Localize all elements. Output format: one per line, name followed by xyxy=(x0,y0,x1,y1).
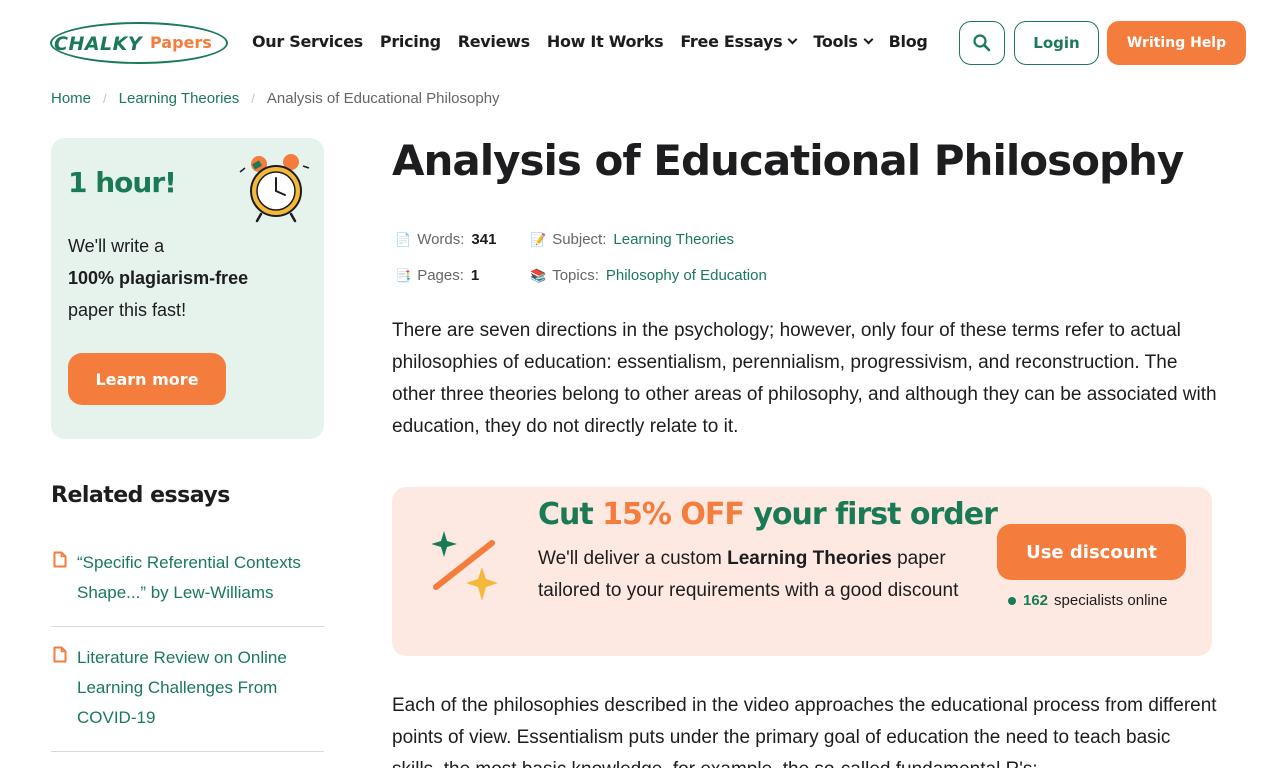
promo-line-2: paper this fast! xyxy=(68,300,187,320)
nav-our-services[interactable]: Our Services xyxy=(252,32,363,51)
breadcrumb-category[interactable]: Learning Theories xyxy=(119,90,240,107)
meta-words-value: 341 xyxy=(471,231,497,248)
discount-title-end: your first order xyxy=(743,497,998,532)
alarm-clock-icon xyxy=(239,154,310,223)
login-button[interactable]: Login xyxy=(1014,21,1099,65)
promo-bold-line: 100% plagiarism-free xyxy=(68,268,249,288)
discount-percent: 15% OFF xyxy=(602,497,745,532)
nav-reviews[interactable]: Reviews xyxy=(458,32,530,51)
meta-topics-label: Topics: xyxy=(552,267,599,284)
article-paragraph-1: There are seven directions in the psycho… xyxy=(392,320,1217,437)
document-icon xyxy=(53,646,67,663)
nav-tools[interactable]: Tools xyxy=(813,32,874,51)
fast-delivery-promo-card: 1 hour! We'll write a 100% plagiarism-fr… xyxy=(51,138,324,439)
promo-text: We'll write a 100% plagiarism-free paper… xyxy=(68,230,308,326)
nav-pricing[interactable]: Pricing xyxy=(380,32,441,51)
nav-label: Reviews xyxy=(457,32,530,51)
search-button[interactable] xyxy=(959,21,1005,65)
discount-banner: Cut 15% OFF your first order We'll deliv… xyxy=(392,487,1212,656)
meta-subject: 📝 Subject: Learning Theories xyxy=(530,231,734,248)
pencil-icon: 📝 xyxy=(530,231,547,247)
related-essays-list: “Specific Referential Contexts Shape...”… xyxy=(51,548,324,768)
related-essay-item: “Specific Referential Contexts Shape...”… xyxy=(51,548,324,627)
online-count: 162 xyxy=(1023,592,1049,609)
meta-subject-link[interactable]: Learning Theories xyxy=(613,231,734,248)
meta-subject-label: Subject: xyxy=(552,231,607,248)
article-title: Analysis of Educational Philosophy xyxy=(392,136,1184,185)
meta-words: 📄 Words: 341 xyxy=(395,231,496,248)
use-discount-button[interactable]: Use discount xyxy=(997,524,1186,580)
related-essay-item: Literature Review on Online Learning Cha… xyxy=(51,643,324,752)
chevron-down-icon xyxy=(787,34,798,45)
online-dot-icon xyxy=(1008,596,1016,605)
discount-text-start: We'll deliver a custom xyxy=(538,548,728,569)
chevron-down-icon xyxy=(863,34,874,45)
article-paragraph-2: Each of the philosophies described in th… xyxy=(392,695,1217,768)
nav-how-it-works[interactable]: How It Works xyxy=(546,32,664,51)
document-icon xyxy=(53,551,67,568)
breadcrumb-separator: / xyxy=(251,91,255,106)
logo-papers-text: Papers xyxy=(150,33,212,52)
discount-title: Cut 15% OFF your first order xyxy=(538,497,998,532)
sparkle-wand-icon xyxy=(432,531,498,601)
discount-title-start: Cut xyxy=(538,497,603,532)
meta-topics-link[interactable]: Philosophy of Education xyxy=(606,267,767,284)
search-icon xyxy=(973,34,991,52)
books-icon: 📚 xyxy=(530,267,547,283)
meta-pages-label: Pages: xyxy=(417,267,464,284)
online-label: specialists online xyxy=(1054,592,1168,609)
nav-blog[interactable]: Blog xyxy=(889,32,928,51)
logo-chalky-text: CHALKY xyxy=(54,33,143,55)
meta-words-label: Words: xyxy=(417,231,465,248)
nav-free-essays[interactable]: Free Essays xyxy=(680,32,798,51)
nav-label: How It Works xyxy=(546,32,664,51)
related-essay-link[interactable]: “Specific Referential Contexts Shape...”… xyxy=(77,548,324,608)
learn-more-button[interactable]: Learn more xyxy=(68,353,226,405)
related-essay-link[interactable]: Literature Review on Online Learning Cha… xyxy=(77,643,324,733)
breadcrumb-separator: / xyxy=(103,91,107,106)
pages-icon: 📑 xyxy=(395,267,412,283)
nav-label: Blog xyxy=(888,32,928,51)
meta-pages-value: 1 xyxy=(470,267,480,284)
writing-help-button[interactable]: Writing Help xyxy=(1107,21,1246,65)
promo-title: 1 hour! xyxy=(68,166,177,199)
meta-pages: 📑 Pages: 1 xyxy=(395,267,479,284)
meta-topics: 📚 Topics: Philosophy of Education xyxy=(530,267,767,284)
breadcrumb-home[interactable]: Home xyxy=(51,90,91,107)
site-header: CHALKY Papers Our Services Pricing Revie… xyxy=(0,0,1280,86)
nav-label: Free Essays xyxy=(680,32,783,51)
nav-label: Tools xyxy=(813,32,858,51)
discount-text: We'll deliver a custom Learning Theories… xyxy=(538,543,984,607)
breadcrumb: Home / Learning Theories / Analysis of E… xyxy=(51,90,500,107)
breadcrumb-current: Analysis of Educational Philosophy xyxy=(266,90,500,107)
related-essays-heading: Related essays xyxy=(51,483,230,508)
main-nav: Our Services Pricing Reviews How It Work… xyxy=(252,32,945,51)
site-logo[interactable]: CHALKY Papers xyxy=(50,22,228,64)
nav-label: Pricing xyxy=(379,32,441,51)
nav-label: Our Services xyxy=(252,32,363,51)
specialists-online: 162 specialists online xyxy=(1008,592,1167,609)
page-icon: 📄 xyxy=(395,231,412,247)
discount-subject: Learning Theories xyxy=(727,548,892,569)
promo-line-1: We'll write a xyxy=(68,236,165,256)
